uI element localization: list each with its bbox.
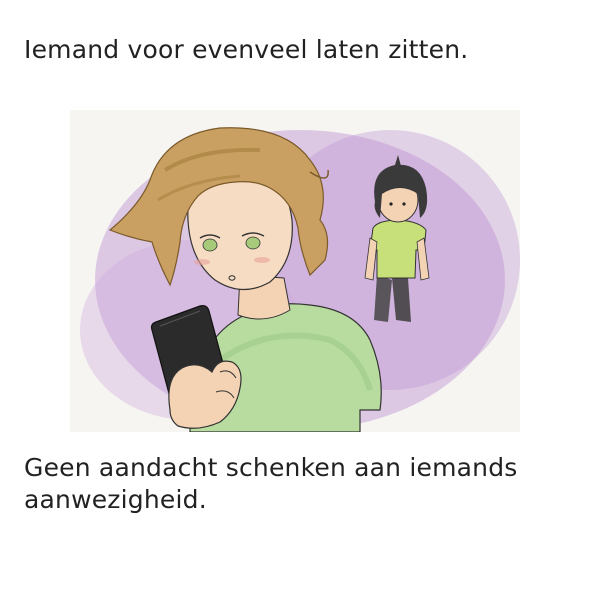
card-title: Iemand voor evenveel laten zitten. bbox=[24, 35, 469, 64]
card-caption: Geen aandacht schenken aan iemands aanwe… bbox=[24, 453, 518, 514]
illustration bbox=[70, 110, 520, 432]
illustration-drawing bbox=[80, 127, 520, 432]
